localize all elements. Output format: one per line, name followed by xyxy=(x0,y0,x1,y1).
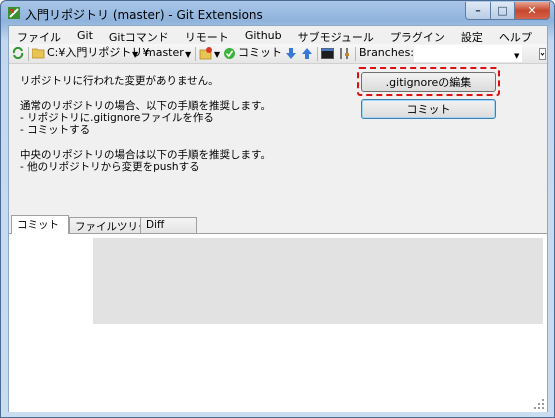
tab-commit[interactable]: コミット xyxy=(11,215,69,234)
app-window: 入門リポジトリ (master) - Git Extensions – □ ✕ … xyxy=(0,0,555,418)
commit-tab-panel xyxy=(9,233,547,412)
branches-label: Branches: xyxy=(359,46,415,59)
toolbar-separator xyxy=(195,47,196,61)
minimize-icon: – xyxy=(475,4,481,17)
maximize-button[interactable]: □ xyxy=(490,2,515,20)
menu-plugin[interactable]: プラグイン xyxy=(382,26,453,44)
push-up-arrow-icon[interactable] xyxy=(301,47,313,60)
commit-toolbar-button[interactable]: コミット xyxy=(238,46,282,60)
branches-combo[interactable] xyxy=(414,45,522,62)
revision-graph-area[interactable] xyxy=(93,238,543,324)
toolbar: C:¥入門リポジトリ¥ ▼ master ▼ ▼ コミット Branches: … xyxy=(9,44,547,64)
close-icon: ✕ xyxy=(527,4,537,17)
menu-git-commands[interactable]: Gitコマンド xyxy=(101,26,177,44)
menu-github[interactable]: Github xyxy=(237,26,290,44)
branch-button[interactable]: master xyxy=(145,46,184,60)
folder-icon xyxy=(32,48,45,59)
tab-diff[interactable]: Diff xyxy=(140,217,197,234)
tab-strip: コミット ファイルツリー Diff xyxy=(9,215,547,234)
refresh-icon[interactable] xyxy=(12,47,24,59)
commit-button[interactable]: コミット xyxy=(361,99,496,119)
maximize-icon: □ xyxy=(497,4,508,17)
tab-file-tree[interactable]: ファイルツリー xyxy=(69,217,149,234)
window-title: 入門リポジトリ (master) - Git Extensions xyxy=(25,8,263,22)
edit-gitignore-button[interactable]: .gitignoreの編集 xyxy=(361,72,496,92)
settings-tools-icon[interactable] xyxy=(338,47,351,60)
menu-file[interactable]: ファイル xyxy=(9,26,69,44)
pull-down-arrow-icon[interactable] xyxy=(285,47,297,60)
toolbar-separator xyxy=(317,47,318,61)
menu-submodule[interactable]: サブモジュール xyxy=(290,26,382,44)
toolbar-separator xyxy=(355,47,356,61)
console-icon[interactable] xyxy=(321,47,334,60)
minimize-button[interactable]: – xyxy=(465,2,491,20)
menu-bar: ファイル Git Gitコマンド リモート Github サブモジュール プラグ… xyxy=(9,26,547,44)
commit-check-icon xyxy=(224,48,235,59)
no-changes-message: リポジトリに行われた変更がありません。 xyxy=(20,75,219,87)
menu-settings[interactable]: 設定 xyxy=(453,26,491,44)
menu-git[interactable]: Git xyxy=(69,26,101,44)
title-bar[interactable]: 入門リポジトリ (master) - Git Extensions – □ ✕ xyxy=(1,1,554,25)
menu-remote[interactable]: リモート xyxy=(177,26,237,44)
stash-icon[interactable] xyxy=(199,47,213,60)
resize-grip-icon[interactable] xyxy=(533,398,545,410)
client-area: ファイル Git Gitコマンド リモート Github サブモジュール プラグ… xyxy=(8,25,548,412)
menu-help[interactable]: ヘルプ xyxy=(491,26,540,44)
toolbar-separator xyxy=(28,47,29,61)
status-panel: リポジトリに行われた変更がありません。 通常のリポジトリの場合、以下の手順を推奨… xyxy=(9,65,547,218)
step-commit: - コミットする xyxy=(20,124,91,136)
toolbar-overflow-icon[interactable] xyxy=(539,48,546,60)
step-push: - 他のリポジトリから変更をpushする xyxy=(20,161,200,173)
close-button[interactable]: ✕ xyxy=(514,2,550,20)
chevron-down-icon[interactable]: ▼ xyxy=(514,49,519,63)
git-extensions-logo-icon xyxy=(8,7,20,19)
chevron-down-icon[interactable]: ▼ xyxy=(214,48,220,62)
chevron-down-icon[interactable]: ▼ xyxy=(132,48,138,62)
chevron-down-icon[interactable]: ▼ xyxy=(185,48,191,62)
